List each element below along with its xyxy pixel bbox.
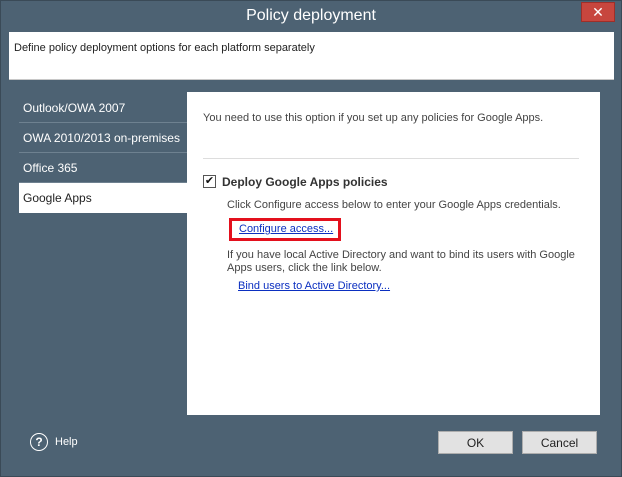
header-description: Define policy deployment options for eac… [14,42,315,54]
deploy-google-apps-checkbox[interactable]: ✔ [203,175,216,188]
close-icon: ✕ [592,3,604,20]
platform-sidebar: Outlook/OWA 2007 OWA 2010/2013 on-premis… [19,93,187,213]
sidebar-item-google-apps[interactable]: Google Apps [19,183,187,213]
help-label: Help [55,436,78,448]
title-bar: Policy deployment ✕ [1,1,621,33]
configure-hint-text: Click Configure access below to enter yo… [227,199,561,211]
sidebar-item-owa-2010-2013[interactable]: OWA 2010/2013 on-premises [19,123,187,153]
policy-deployment-dialog: Policy deployment ✕ Define policy deploy… [0,0,622,477]
window-title: Policy deployment [246,7,376,24]
sidebar-item-label: Office 365 [23,161,78,175]
divider [203,158,579,159]
cancel-button[interactable]: Cancel [522,431,597,454]
sidebar-item-label: Outlook/OWA 2007 [23,101,126,115]
checkmark-icon: ✔ [204,175,215,187]
ok-button[interactable]: OK [438,431,513,454]
sidebar-item-office-365[interactable]: Office 365 [19,153,187,183]
configure-access-link[interactable]: Configure access... [239,223,333,235]
help-icon: ? [30,433,48,451]
bind-users-link[interactable]: Bind users to Active Directory... [238,280,390,292]
sidebar-item-outlook-owa-2007[interactable]: Outlook/OWA 2007 [19,93,187,123]
info-text: You need to use this option if you set u… [203,112,544,124]
sidebar-item-label: Google Apps [23,191,92,205]
google-apps-panel: You need to use this option if you set u… [187,92,600,415]
help-button[interactable]: ? Help [30,433,78,451]
sidebar-item-label: OWA 2010/2013 on-premises [23,131,180,145]
deploy-google-apps-label[interactable]: Deploy Google Apps policies [222,175,388,189]
header-panel: Define policy deployment options for eac… [9,32,614,80]
active-directory-hint-text: If you have local Active Directory and w… [227,249,575,274]
close-button[interactable]: ✕ [581,2,615,22]
